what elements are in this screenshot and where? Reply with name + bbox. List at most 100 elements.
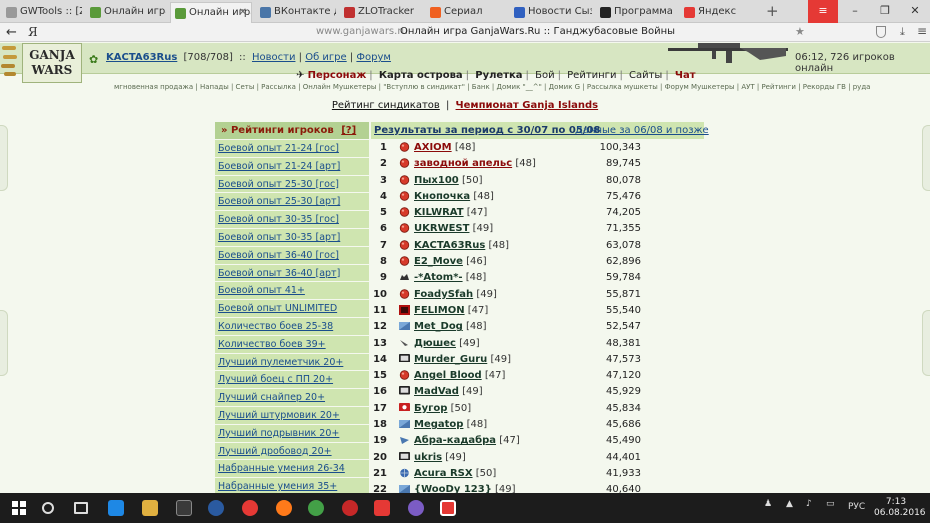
nav-chat[interactable]: Чат bbox=[675, 70, 696, 81]
tab-serial[interactable]: Сериал bbox=[426, 2, 506, 23]
rating-menu-item[interactable]: Боевой опыт 21-24 [гос] bbox=[215, 140, 369, 158]
rating-menu-item[interactable]: Боевой опыт 25-30 [арт] bbox=[215, 193, 369, 212]
championship-link[interactable]: Чемпионат Ganja Islands bbox=[456, 100, 599, 111]
protect-shield-icon[interactable] bbox=[876, 26, 886, 38]
tab-program[interactable]: Программа пе bbox=[596, 2, 676, 23]
address-bar[interactable]: ← Я www.ganjawars.ru Онлайн игра GanjaWa… bbox=[0, 23, 930, 42]
rating-menu-item[interactable]: Лучший боец с ПП 20+ bbox=[215, 371, 369, 390]
player-name-link[interactable]: AXIOM bbox=[414, 142, 452, 153]
player-name-link[interactable]: Кнопочка bbox=[414, 191, 470, 202]
help-link[interactable]: [?] bbox=[337, 125, 356, 136]
windows-start-icon[interactable] bbox=[12, 501, 26, 515]
ganja-wars-logo[interactable]: GANJA WARS bbox=[22, 43, 82, 83]
yandex-icon[interactable]: Я bbox=[28, 25, 38, 39]
opera-icon[interactable] bbox=[342, 500, 358, 516]
player-name-link[interactable]: Абра-кадабра bbox=[414, 435, 496, 446]
file-explorer-icon[interactable] bbox=[142, 500, 158, 516]
tab-ganja-1[interactable]: Онлайн игра G bbox=[86, 2, 166, 23]
tab-ganja-active[interactable]: Онлайн игра ✕ bbox=[170, 2, 252, 23]
rating-menu-item[interactable]: Количество боев 25-38 bbox=[215, 317, 369, 336]
player-name-link[interactable]: KILWRAT bbox=[414, 207, 464, 218]
search-icon[interactable] bbox=[42, 502, 54, 514]
rating-menu-item[interactable]: Лучший подрывник 20+ bbox=[215, 424, 369, 443]
player-name-link[interactable]: Acura RSX bbox=[414, 468, 473, 479]
player-name-link[interactable]: UKRWEST bbox=[414, 223, 469, 234]
chrome-icon[interactable] bbox=[308, 500, 324, 516]
tab-gwtools[interactable]: GWTools :: [Z] bbox=[2, 2, 82, 23]
about-link[interactable]: Об игре bbox=[305, 52, 346, 63]
download-icon[interactable]: ⤓ bbox=[900, 25, 905, 39]
browser-menu-icon[interactable]: ≡ bbox=[808, 0, 838, 23]
player-name-link[interactable]: Angel Blood bbox=[414, 370, 482, 381]
nav-personazh[interactable]: Персонаж bbox=[308, 70, 367, 81]
network-icon[interactable]: ▲ bbox=[786, 499, 793, 509]
yandex-browser-icon[interactable] bbox=[440, 500, 456, 516]
edge-browser-icon[interactable] bbox=[108, 500, 124, 516]
nav-battle[interactable]: Бой bbox=[535, 70, 554, 81]
nav-roulette[interactable]: Рулетка bbox=[475, 70, 522, 81]
viber-icon[interactable] bbox=[408, 500, 424, 516]
nav-ratings[interactable]: Рейтинги bbox=[567, 70, 616, 81]
rating-menu-item[interactable]: Лучший дробовод 20+ bbox=[215, 442, 369, 461]
volume-icon[interactable]: ♪ bbox=[806, 499, 812, 509]
player-name-link[interactable]: E2_Move bbox=[414, 256, 463, 267]
player-name-link[interactable]: Murder_Guru bbox=[414, 354, 487, 365]
rating-menu-item[interactable]: Боевой опыт 21-24 [арт] bbox=[215, 157, 369, 176]
player-name-link[interactable]: Дюшес bbox=[414, 338, 456, 349]
player-name-link[interactable]: KACTA63Rus bbox=[414, 240, 485, 251]
new-tab-icon[interactable]: + bbox=[766, 2, 779, 20]
bookmark-star-icon[interactable]: ★ bbox=[795, 25, 805, 38]
task-view-icon[interactable] bbox=[74, 502, 88, 514]
player-name-link[interactable]: FoadySfah bbox=[414, 289, 473, 300]
rating-menu-item[interactable]: Лучший пулеметчик 20+ bbox=[215, 353, 369, 372]
player-name-link[interactable]: Пых100 bbox=[414, 175, 459, 186]
rating-menu-item[interactable]: Боевой опыт 30-35 [гос] bbox=[215, 211, 369, 229]
language-indicator[interactable]: РУС bbox=[848, 502, 865, 512]
settings-menu-icon[interactable]: ≡ bbox=[917, 24, 927, 38]
rating-menu-item[interactable]: Количество боев 39+ bbox=[215, 335, 369, 354]
app-icon[interactable] bbox=[208, 500, 224, 516]
rating-menu-item[interactable]: Боевой опыт UNLIMITED bbox=[215, 300, 369, 318]
tab-vkontakte[interactable]: ВКонтакте для bbox=[256, 2, 336, 23]
store-icon[interactable] bbox=[176, 500, 192, 516]
rating-menu-item[interactable]: Набранные умения 26-34 bbox=[215, 460, 369, 479]
player-name-link[interactable]: заводной апельс bbox=[414, 158, 512, 169]
rating-menu-item[interactable]: Боевой опыт 36-40 [арт] bbox=[215, 264, 369, 283]
rating-menu-item[interactable]: Лучший штурмовик 20+ bbox=[215, 406, 369, 425]
forum-link[interactable]: Форум bbox=[356, 52, 391, 63]
username-link[interactable]: KACTA63Rus bbox=[106, 52, 177, 63]
tab-yandex[interactable]: Яндекс bbox=[680, 2, 760, 23]
tab-close-icon[interactable]: ✕ bbox=[239, 7, 247, 18]
rating-menu-item[interactable]: Боевой опыт 36-40 [гос] bbox=[215, 246, 369, 265]
close-window-icon[interactable]: ✕ bbox=[900, 0, 930, 23]
results-period-title[interactable]: Результаты за период с 30/07 по 05/08 bbox=[374, 125, 600, 136]
minimize-icon[interactable]: – bbox=[840, 0, 870, 23]
chat-tray-icon[interactable]: ▭ bbox=[826, 499, 835, 509]
secondary-nav[interactable]: мгновенная продажа | Напады | Сеты | Рас… bbox=[114, 83, 870, 91]
syndicate-rating-link[interactable]: Рейтинг синдикатов bbox=[332, 100, 440, 111]
player-name-link[interactable]: FELIMON bbox=[414, 305, 465, 316]
opera-icon[interactable] bbox=[242, 500, 258, 516]
player-name-link[interactable]: -*Atom*- bbox=[414, 272, 463, 283]
nav-island-map[interactable]: Карта острова bbox=[379, 70, 463, 81]
rating-menu-item[interactable]: Лучший снайпер 20+ bbox=[215, 389, 369, 407]
yandex-icon[interactable] bbox=[374, 500, 390, 516]
tab-zlotracker[interactable]: ZLOTracker bbox=[340, 2, 420, 23]
back-arrow-icon[interactable]: ← bbox=[6, 25, 17, 40]
rating-menu-item[interactable]: Боевой опыт 30-35 [арт] bbox=[215, 228, 369, 247]
people-icon[interactable]: ♟ bbox=[764, 499, 772, 509]
player-name-link[interactable]: ukris bbox=[414, 452, 442, 463]
news-link[interactable]: Новости bbox=[249, 52, 295, 63]
taskbar-clock[interactable]: 7:13 06.08.2016 bbox=[874, 497, 926, 519]
firefox-icon[interactable] bbox=[276, 500, 292, 516]
rating-menu-item[interactable]: Боевой опыт 41+ bbox=[215, 282, 369, 301]
player-name-link[interactable]: Met_Dog bbox=[414, 321, 463, 332]
maximize-icon[interactable]: ❐ bbox=[870, 0, 900, 23]
later-data-link[interactable]: Данные за 06/08 и позже bbox=[575, 125, 709, 136]
player-name-link[interactable]: Megatop bbox=[414, 419, 463, 430]
nav-sites[interactable]: Сайты bbox=[629, 70, 662, 81]
tab-news[interactable]: Новости Сызр bbox=[510, 2, 592, 23]
player-name-link[interactable]: MadVad bbox=[414, 386, 459, 397]
rating-menu-item[interactable]: Боевой опыт 25-30 [гос] bbox=[215, 175, 369, 194]
player-name-link[interactable]: Бугор bbox=[414, 403, 447, 414]
